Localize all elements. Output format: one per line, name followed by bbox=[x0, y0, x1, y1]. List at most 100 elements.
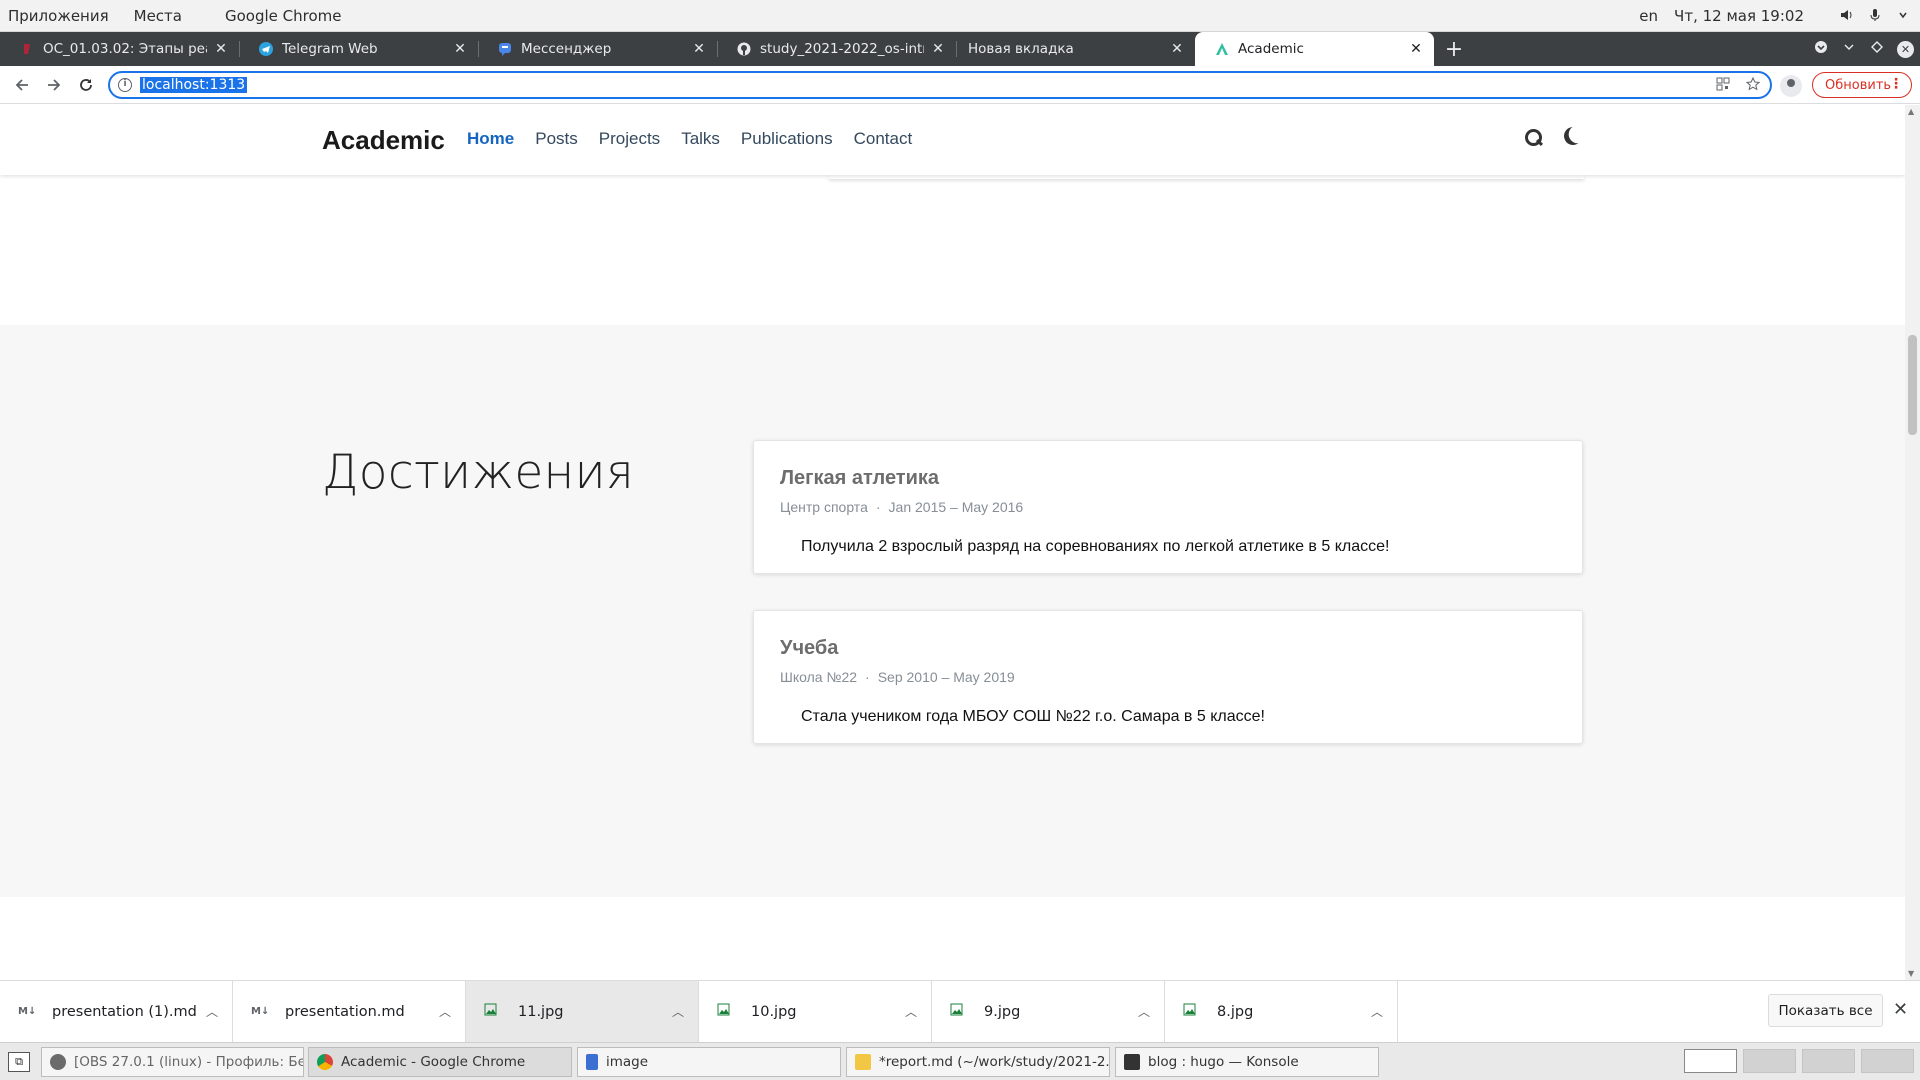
meta-separator: · bbox=[865, 669, 870, 685]
download-item[interactable]: 9.jpg ︿ bbox=[932, 981, 1165, 1042]
profile-avatar-icon[interactable] bbox=[1780, 75, 1802, 97]
active-app-menu[interactable]: Google Chrome bbox=[225, 7, 342, 25]
scroll-up-icon[interactable]: ▲ bbox=[1908, 107, 1914, 116]
markdown-file-icon: M↓ bbox=[251, 1006, 270, 1017]
search-icon[interactable] bbox=[1524, 128, 1542, 146]
minimize-icon[interactable] bbox=[1841, 41, 1857, 57]
task-title: blog : hugo — Konsole bbox=[1148, 1054, 1299, 1070]
clock[interactable]: Чт, 12 мая 19:02 bbox=[1674, 7, 1804, 25]
workspace-2[interactable] bbox=[1743, 1049, 1796, 1073]
task-konsole[interactable]: blog : hugo — Konsole bbox=[1115, 1047, 1379, 1077]
tab-title: Новая вкладка bbox=[968, 41, 1074, 57]
page-scrollbar[interactable]: ▲ ▼ bbox=[1905, 105, 1920, 980]
tab-os-lab[interactable]: ОС_01.03.02: Этапы реализации ✕ bbox=[0, 32, 239, 66]
volume-icon bbox=[1840, 8, 1854, 22]
close-icon[interactable]: ✕ bbox=[930, 41, 946, 57]
places-menu[interactable]: Места bbox=[134, 7, 182, 25]
close-icon[interactable]: ✕ bbox=[1408, 41, 1424, 57]
workspace-3[interactable] bbox=[1802, 1049, 1855, 1073]
download-filename: 9.jpg bbox=[984, 1003, 1021, 1020]
markdown-file-icon: M↓ bbox=[18, 1006, 37, 1017]
download-item[interactable]: 8.jpg ︿ bbox=[1165, 981, 1398, 1042]
forward-button[interactable] bbox=[38, 69, 70, 101]
tab-messenger[interactable]: Мессенджер ✕ bbox=[478, 32, 717, 66]
site-info-icon[interactable]: i bbox=[118, 78, 132, 92]
chat-bubble-icon bbox=[498, 42, 512, 56]
card-dates: Jan 2015 – May 2016 bbox=[888, 499, 1024, 515]
chevron-up-icon[interactable]: ︿ bbox=[1371, 1003, 1383, 1020]
nav-link-posts[interactable]: Posts bbox=[535, 129, 578, 149]
close-icon[interactable]: ✕ bbox=[213, 41, 229, 57]
card-title: Учеба bbox=[780, 637, 839, 659]
maroon-dot-icon bbox=[20, 42, 34, 56]
site-brand[interactable]: Academic bbox=[322, 125, 445, 156]
more-menu-icon[interactable]: ⋮ bbox=[1889, 76, 1903, 92]
system-status-icons[interactable] bbox=[1840, 8, 1910, 22]
meta-separator: · bbox=[875, 499, 881, 515]
close-shelf-icon[interactable]: ✕ bbox=[1893, 999, 1908, 1020]
download-item[interactable]: M↓ presentation.md ︿ bbox=[233, 981, 466, 1042]
back-button[interactable] bbox=[6, 69, 38, 101]
task-chrome[interactable]: Academic - Google Chrome bbox=[308, 1047, 572, 1077]
close-icon[interactable]: ✕ bbox=[452, 41, 468, 57]
scroll-down-icon[interactable]: ▼ bbox=[1908, 969, 1914, 978]
download-item[interactable]: 11.jpg ︿ bbox=[466, 981, 699, 1042]
task-title: *report.md (~/work/study/2021-2... bbox=[879, 1054, 1110, 1070]
browser-toolbar: i localhost:1313 Обновить ⋮ bbox=[0, 66, 1920, 104]
tab-new-tab[interactable]: Новая вкладка ✕ bbox=[956, 32, 1195, 66]
applications-menu[interactable]: Приложения bbox=[8, 7, 109, 25]
task-text-editor[interactable]: *report.md (~/work/study/2021-2... bbox=[846, 1047, 1110, 1077]
download-item[interactable]: 10.jpg ︿ bbox=[699, 981, 932, 1042]
chevron-up-icon[interactable]: ︿ bbox=[439, 1003, 451, 1020]
task-image[interactable]: image bbox=[577, 1047, 841, 1077]
reload-button[interactable] bbox=[70, 69, 102, 101]
card-organization: Школа №22 bbox=[780, 669, 858, 685]
tab-search-icon[interactable] bbox=[1813, 40, 1829, 58]
bookmark-star-icon[interactable] bbox=[1745, 76, 1761, 95]
image-file-icon bbox=[1183, 1003, 1205, 1020]
update-label: Обновить bbox=[1825, 77, 1892, 93]
address-url[interactable]: localhost:1313 bbox=[140, 77, 248, 93]
telegram-icon bbox=[259, 42, 273, 56]
chevron-up-icon[interactable]: ︿ bbox=[905, 1003, 917, 1020]
address-bar[interactable]: i localhost:1313 bbox=[108, 71, 1772, 99]
image-file-icon bbox=[950, 1003, 972, 1020]
chevron-up-icon[interactable]: ︿ bbox=[672, 1003, 684, 1020]
tab-telegram[interactable]: Telegram Web ✕ bbox=[239, 32, 478, 66]
task-obs[interactable]: [OBS 27.0.1 (linux) - Профиль: Бе... bbox=[41, 1047, 304, 1077]
site-navbar: Academic Home Posts Projects Talks Publi… bbox=[0, 105, 1905, 175]
maximize-icon[interactable] bbox=[1869, 41, 1885, 57]
dark-mode-moon-icon[interactable] bbox=[1561, 124, 1584, 147]
tab-github[interactable]: study_2021-2022_os-intro/lab ✕ bbox=[717, 32, 956, 66]
download-filename: 10.jpg bbox=[751, 1003, 797, 1020]
show-desktop-icon[interactable]: ⧉ bbox=[8, 1052, 30, 1072]
nav-link-projects[interactable]: Projects bbox=[599, 129, 660, 149]
keyboard-layout-indicator[interactable]: en bbox=[1639, 7, 1658, 25]
reload-icon bbox=[80, 78, 92, 91]
qr-code-icon[interactable] bbox=[1716, 77, 1730, 95]
task-title: [OBS 27.0.1 (linux) - Профиль: Бе... bbox=[74, 1054, 304, 1070]
nav-link-home[interactable]: Home bbox=[467, 129, 514, 149]
update-chrome-button[interactable]: Обновить ⋮ bbox=[1812, 72, 1912, 98]
close-icon[interactable]: ✕ bbox=[1169, 41, 1185, 57]
new-tab-button[interactable]: + bbox=[1434, 32, 1474, 66]
system-tray: en Чт, 12 мая 19:02 bbox=[1520, 0, 1920, 32]
card-description: Получила 2 взрослый разряд на соревнован… bbox=[801, 538, 1390, 555]
site-nav-tools bbox=[1524, 128, 1582, 146]
window-close-icon[interactable]: ✕ bbox=[1897, 40, 1914, 58]
tab-academic[interactable]: Academic ✕ bbox=[1195, 32, 1434, 66]
scrollbar-thumb[interactable] bbox=[1908, 335, 1917, 435]
chevron-up-icon[interactable]: ︿ bbox=[206, 1003, 218, 1020]
terminal-icon bbox=[1124, 1054, 1140, 1070]
nav-link-talks[interactable]: Talks bbox=[681, 129, 720, 149]
nav-link-publications[interactable]: Publications bbox=[741, 129, 833, 149]
workspace-4[interactable] bbox=[1861, 1049, 1914, 1073]
nav-link-contact[interactable]: Contact bbox=[854, 129, 913, 149]
chevron-up-icon[interactable]: ︿ bbox=[1138, 1003, 1150, 1020]
achievements-section: Достижения Легкая атлетика Центр спорта ·… bbox=[0, 325, 1905, 897]
workspace-1[interactable] bbox=[1684, 1049, 1737, 1073]
close-icon[interactable]: ✕ bbox=[691, 41, 707, 57]
tab-title: ОС_01.03.02: Этапы реализации bbox=[43, 41, 207, 57]
download-item[interactable]: M↓ presentation (1).md ︿ bbox=[0, 981, 233, 1042]
show-all-downloads-button[interactable]: Показать все bbox=[1768, 994, 1883, 1027]
